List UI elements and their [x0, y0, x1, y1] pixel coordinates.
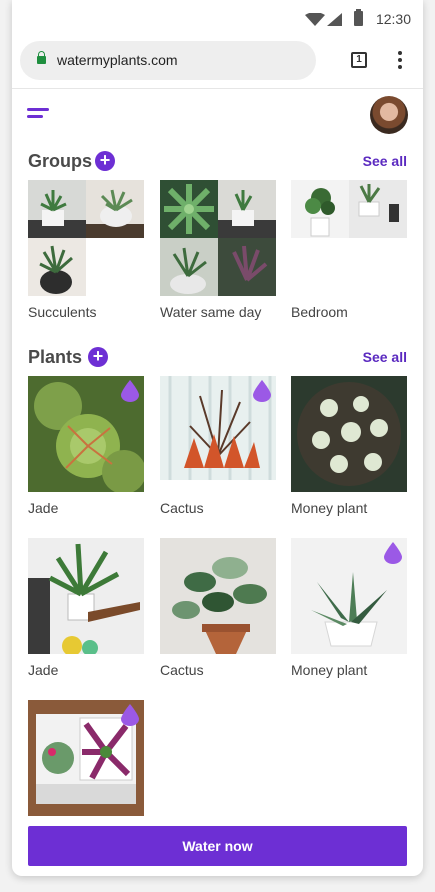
plant-label: Jade: [28, 500, 59, 516]
browser-divider: [12, 88, 423, 89]
signal-icon: [327, 13, 342, 26]
tab-switcher-button[interactable]: 1: [351, 52, 367, 68]
plant-card[interactable]: [28, 700, 144, 816]
plant-photo: [160, 538, 276, 654]
water-drop-icon: [121, 380, 139, 402]
plants-see-all-link[interactable]: See all: [363, 349, 407, 365]
plant-card-cactus[interactable]: [160, 538, 276, 654]
plant-label: Jade: [28, 662, 59, 678]
status-time: 12:30: [375, 11, 411, 27]
group-collage-image: [160, 180, 276, 296]
group-card-bedroom[interactable]: [291, 180, 407, 238]
url-text: watermyplants.com: [57, 52, 178, 68]
add-plant-button[interactable]: +: [88, 347, 108, 367]
plant-label: Cactus: [160, 662, 204, 678]
water-drop-icon: [384, 542, 402, 564]
group-collage-image: [28, 180, 144, 296]
group-card-succulents[interactable]: [28, 180, 144, 296]
overflow-menu-icon[interactable]: [395, 51, 405, 71]
plant-card-money-plant[interactable]: [291, 376, 407, 492]
water-drop-icon: [253, 380, 271, 402]
plants-title: Plants: [28, 347, 83, 367]
plant-photo: [28, 538, 144, 654]
phone-screen: 12:30 watermyplants.com 1 Groups + See a…: [12, 0, 423, 876]
address-bar[interactable]: watermyplants.com: [20, 41, 316, 80]
lock-icon: [37, 51, 46, 64]
add-group-button[interactable]: +: [95, 151, 115, 171]
group-collage-image: [291, 180, 407, 238]
group-label-bedroom: Bedroom: [291, 304, 348, 320]
plant-card-money-plant[interactable]: [291, 538, 407, 654]
status-bar: 12:30: [12, 0, 423, 36]
hamburger-menu-icon[interactable]: [27, 106, 49, 124]
plant-label: Cactus: [160, 500, 204, 516]
water-drop-icon: [121, 704, 139, 726]
plant-photo: [291, 376, 407, 492]
plant-label: Money plant: [291, 662, 368, 678]
avatar[interactable]: [370, 96, 408, 134]
wifi-icon: [305, 13, 325, 26]
group-label-succulents: Succulents: [28, 304, 97, 320]
group-card-water-same-day[interactable]: [160, 180, 276, 296]
plant-card-jade[interactable]: [28, 376, 144, 492]
group-label-water-same-day: Water same day: [160, 304, 262, 320]
plant-label: Money plant: [291, 500, 368, 516]
groups-title: Groups: [28, 151, 93, 171]
water-now-button[interactable]: Water now: [28, 826, 407, 866]
plant-card-cactus[interactable]: [160, 376, 276, 492]
plant-card-jade[interactable]: [28, 538, 144, 654]
battery-icon: [354, 9, 363, 26]
groups-see-all-link[interactable]: See all: [363, 153, 407, 169]
